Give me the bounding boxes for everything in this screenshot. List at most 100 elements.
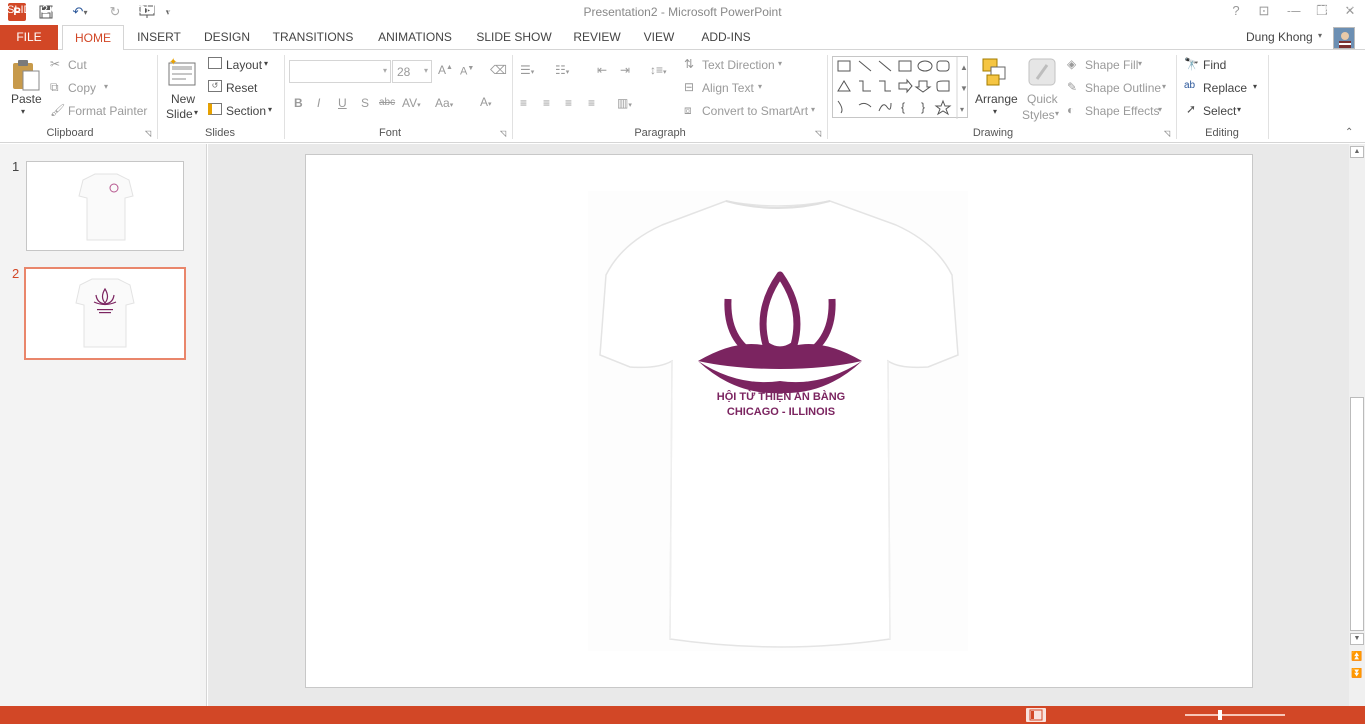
slide-thumbnail-1[interactable] (26, 161, 184, 251)
font-dialog-launcher-icon[interactable]: ◹ (500, 129, 506, 138)
current-slide[interactable]: HỘI TỪ THIỆN AN BÀNG CHICAGO - ILLINOIS (305, 154, 1253, 688)
select-chevron-down-icon[interactable]: ▾ (1237, 105, 1241, 114)
tab-review[interactable]: REVIEW (568, 25, 626, 50)
select-button[interactable]: Select (1203, 104, 1236, 118)
reading-view-icon[interactable]: ▤ (1103, 2, 1115, 18)
reset-button[interactable]: Reset (226, 81, 257, 95)
justify-icon[interactable]: ≡ (588, 96, 595, 110)
drawing-dialog-launcher-icon[interactable]: ◹ (1164, 129, 1170, 138)
shape-outline-button[interactable]: Shape Outline (1085, 81, 1161, 95)
tab-insert[interactable]: INSERT (132, 25, 186, 50)
find-button[interactable]: Find (1203, 58, 1226, 72)
replace-button[interactable]: Replace (1203, 81, 1247, 95)
numbering-icon[interactable]: ☷▾ (555, 63, 569, 77)
font-name-select[interactable]: ▾ (289, 60, 391, 83)
tab-file[interactable]: FILE (0, 25, 58, 50)
copy-chevron-down-icon[interactable]: ▾ (104, 82, 108, 91)
new-slide-button[interactable]: New (171, 92, 195, 106)
convert-smartart-chevron-down-icon[interactable]: ▾ (811, 105, 815, 114)
text-direction-chevron-down-icon[interactable]: ▾ (778, 59, 782, 68)
tab-design[interactable]: DESIGN (198, 25, 256, 50)
tab-view[interactable]: VIEW (636, 25, 682, 50)
user-menu-chevron-down-icon[interactable]: ▾ (1318, 31, 1322, 40)
copy-button[interactable]: Copy (68, 81, 96, 95)
layout-chevron-down-icon[interactable]: ▾ (264, 59, 268, 68)
format-painter-button[interactable]: Format Painter (68, 104, 147, 118)
shape-outline-chevron-down-icon[interactable]: ▾ (1162, 82, 1166, 91)
previous-slide-icon[interactable]: ⏫ (1350, 651, 1364, 663)
underline-icon[interactable]: U (338, 96, 347, 110)
clear-formatting-icon[interactable]: ⌫ (490, 63, 507, 77)
shape-effects-button[interactable]: Shape Effects (1085, 104, 1160, 118)
character-spacing-icon[interactable]: AV▾ (402, 96, 421, 110)
quick-styles-chevron-down-icon[interactable]: ▾ (1055, 109, 1059, 118)
cut-button[interactable]: Cut (68, 58, 87, 72)
comments-icon[interactable]: ▬ (920, 3, 931, 15)
zoom-out-icon[interactable]: − (1175, 2, 1183, 17)
section-chevron-down-icon[interactable]: ▾ (268, 105, 272, 114)
quick-styles-button[interactable]: Quick (1027, 92, 1058, 106)
align-left-icon[interactable]: ≡ (520, 96, 527, 110)
collapse-ribbon-icon[interactable]: ⌃ (1345, 127, 1353, 138)
fit-slide-icon[interactable]: ⤢ (1343, 2, 1353, 17)
shape-effects-chevron-down-icon[interactable]: ▾ (1158, 105, 1162, 114)
text-direction-button[interactable]: Text Direction (702, 58, 775, 72)
new-slide-icon[interactable]: ✦ (167, 57, 197, 89)
ribbon-display-options-icon[interactable]: ⊡ (1253, 3, 1275, 21)
new-slide-label-2[interactable]: Slide (166, 107, 193, 121)
columns-icon[interactable]: ▥▾ (617, 96, 632, 110)
scroll-thumb[interactable] (1350, 397, 1364, 631)
tab-animations[interactable]: ANIMATIONS (370, 25, 460, 50)
shape-fill-chevron-down-icon[interactable]: ▾ (1138, 59, 1142, 68)
arrange-button[interactable]: Arrange (975, 92, 1018, 106)
align-right-icon[interactable]: ≡ (565, 96, 572, 110)
align-text-chevron-down-icon[interactable]: ▾ (758, 82, 762, 91)
new-slide-chevron-down-icon[interactable]: ▾ (194, 108, 198, 117)
bold-icon[interactable]: B (294, 96, 303, 110)
clipboard-dialog-launcher-icon[interactable]: ◹ (145, 129, 151, 138)
paste-button[interactable]: Paste (11, 92, 42, 106)
slide-sorter-view-icon[interactable]: ▦ (1066, 2, 1078, 18)
increase-font-size-icon[interactable]: A▲ (438, 63, 453, 77)
notes-icon[interactable]: ≜ (849, 3, 858, 16)
paste-icon[interactable] (11, 57, 41, 91)
bullets-icon[interactable]: ☰▾ (520, 63, 534, 77)
spell-check-icon[interactable]: ⌧ (90, 2, 104, 16)
help-button[interactable]: ? (1225, 3, 1247, 21)
convert-smartart-button[interactable]: Convert to SmartArt (702, 104, 808, 118)
decrease-font-size-icon[interactable]: A▼ (460, 65, 474, 78)
slide-thumbnail-2[interactable] (24, 267, 186, 360)
avatar[interactable] (1333, 27, 1355, 49)
shapes-gallery[interactable]: {} ▲ ▼ ▾ (832, 56, 968, 119)
font-color-icon[interactable]: A▾ (480, 95, 492, 109)
decrease-indent-icon[interactable]: ⇤ (597, 63, 607, 77)
tab-home[interactable]: HOME (62, 25, 124, 51)
zoom-in-icon[interactable]: + (1287, 2, 1295, 17)
increase-indent-icon[interactable]: ⇥ (620, 63, 630, 77)
slide-show-view-icon[interactable]: ▭ (1142, 2, 1154, 18)
strikethrough-icon[interactable]: abc (379, 97, 395, 108)
paste-chevron-down-icon[interactable]: ▾ (21, 107, 25, 116)
replace-chevron-down-icon[interactable]: ▾ (1253, 82, 1257, 91)
section-button[interactable]: Section (226, 104, 266, 118)
align-text-button[interactable]: Align Text (702, 81, 754, 95)
arrange-chevron-down-icon[interactable]: ▾ (993, 107, 997, 116)
zoom-level[interactable]: 74% (1311, 4, 1333, 16)
center-icon[interactable]: ≡ (543, 96, 550, 110)
tab-transitions[interactable]: TRANSITIONS (268, 25, 358, 50)
line-spacing-icon[interactable]: ↕≡▾ (650, 63, 667, 77)
zoom-slider[interactable] (1185, 714, 1285, 716)
quick-styles-icon[interactable] (1027, 57, 1057, 87)
normal-view-icon[interactable] (1026, 708, 1046, 722)
tab-slide-show[interactable]: SLIDE SHOW (472, 25, 556, 50)
change-case-icon[interactable]: Aa▾ (435, 96, 453, 110)
comments-button[interactable]: COMMENTS (937, 4, 1001, 16)
paragraph-dialog-launcher-icon[interactable]: ◹ (815, 129, 821, 138)
layout-button[interactable]: Layout (226, 58, 262, 72)
zoom-slider-thumb[interactable] (1218, 710, 1222, 720)
italic-icon[interactable]: I (317, 96, 320, 110)
scroll-up-icon[interactable]: ▲ (1350, 146, 1364, 158)
shape-fill-button[interactable]: Shape Fill (1085, 58, 1138, 72)
next-slide-icon[interactable]: ⏬ (1350, 668, 1364, 680)
scroll-down-icon[interactable]: ▼ (1350, 633, 1364, 645)
